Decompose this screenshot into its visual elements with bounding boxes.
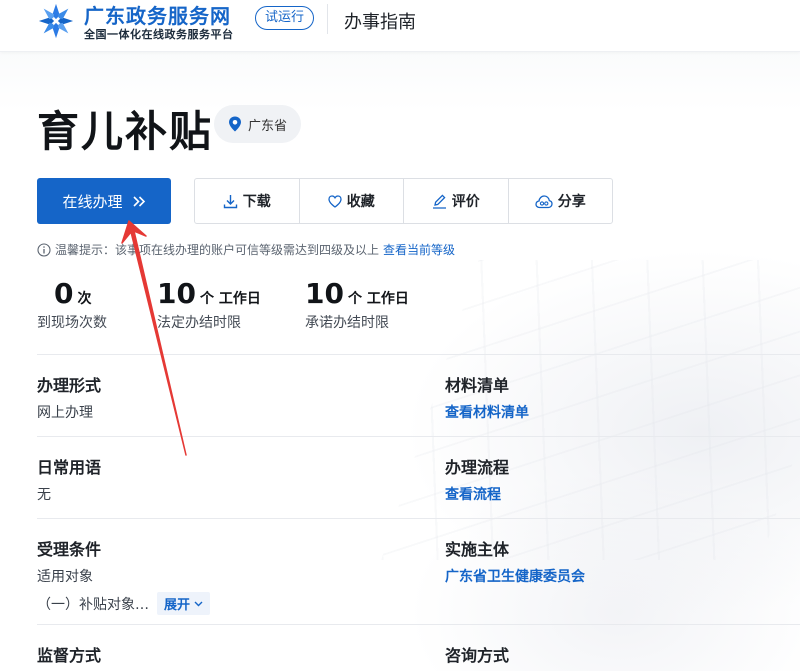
- view-materials-link[interactable]: 查看材料清单: [445, 402, 529, 422]
- supervision-heading: 监督方式: [37, 646, 102, 665]
- consultation-heading: 咨询方式: [445, 646, 510, 665]
- action-toolbar: 下载 收藏 评价 分享: [194, 178, 613, 224]
- site-name[interactable]: 广东政务服务网: [84, 0, 231, 29]
- site-logo-icon[interactable]: [37, 2, 75, 40]
- stat-unit: 个 工作日: [199, 291, 261, 307]
- stat-value: 10: [305, 277, 344, 310]
- handling-form-heading: 办理形式: [37, 376, 102, 395]
- stat-value: 10: [157, 277, 196, 310]
- handling-form-value: 网上办理: [37, 405, 93, 421]
- implementer-block: 实施主体 广东省卫生健康委员会: [445, 536, 585, 586]
- page-title: 育儿补贴: [37, 107, 214, 156]
- online-apply-label: 在线办理: [62, 192, 123, 211]
- common-terms-block: 日常用语 无: [37, 454, 101, 504]
- common-terms-value: 无: [37, 487, 51, 503]
- share-label: 分享: [557, 194, 586, 210]
- section-divider: [37, 354, 800, 355]
- region-chip[interactable]: 广东省: [214, 105, 302, 143]
- section-divider: [37, 436, 800, 437]
- stat-unit: 个 工作日: [347, 291, 409, 307]
- notice-text: 温馨提示：该事项在线办理的账户可信等级需达到四级及以上: [55, 243, 380, 257]
- conditions-value: 适用对象: [37, 569, 93, 585]
- download-icon: [223, 194, 237, 208]
- supervision-block: 监督方式: [37, 642, 101, 666]
- conditions-heading: 受理条件: [37, 540, 102, 559]
- notice-bar: 温馨提示：该事项在线办理的账户可信等级需达到四级及以上 查看当前等级: [37, 241, 455, 258]
- implementer-link[interactable]: 广东省卫生健康委员会: [445, 566, 585, 586]
- site-header: 广东政务服务网 全国一体化在线政务服务平台 试运行 办事指南: [0, 0, 800, 52]
- region-label: 广东省: [248, 118, 288, 134]
- implementer-heading: 实施主体: [445, 540, 510, 559]
- double-chevron-right-icon: [132, 195, 145, 207]
- conditions-block: 受理条件 适用对象 （一）补贴对象… 展开: [37, 536, 211, 615]
- conditions-sub-value: （一）补贴对象…: [37, 596, 149, 613]
- review-label: 评价: [451, 194, 480, 210]
- site-subtitle: 全国一体化在线政务服务平台: [84, 28, 234, 41]
- expand-label: 展开: [164, 598, 191, 613]
- favorite-button[interactable]: 收藏: [300, 179, 404, 223]
- header-nav-guide[interactable]: 办事指南: [344, 8, 416, 34]
- info-icon: [37, 242, 51, 257]
- section-divider: [37, 518, 800, 519]
- online-apply-button[interactable]: 在线办理: [37, 178, 171, 224]
- location-pin-icon: [229, 116, 241, 132]
- section-divider: [37, 624, 800, 625]
- expand-button[interactable]: 展开: [157, 592, 211, 615]
- stat-unit: 次: [77, 291, 92, 307]
- stat-onsite-visits: 0次 到现场次数: [37, 277, 107, 332]
- consultation-block: 咨询方式: [445, 642, 509, 666]
- materials-block: 材料清单 查看材料清单: [445, 372, 529, 422]
- conditions-expand-row: （一）补贴对象… 展开: [37, 592, 211, 615]
- edit-pencil-icon: [432, 193, 446, 209]
- stat-legal-time-limit: 10 个 工作日 法定办结时限: [157, 277, 261, 332]
- process-heading: 办理流程: [445, 458, 510, 477]
- handling-form-block: 办理形式 网上办理: [37, 372, 101, 422]
- stat-value: 0: [54, 277, 74, 310]
- view-process-link[interactable]: 查看流程: [445, 484, 509, 504]
- stat-promised-time-limit: 10 个 工作日 承诺办结时限: [305, 277, 409, 332]
- process-block: 办理流程 查看流程: [445, 454, 509, 504]
- heart-icon: [328, 194, 342, 208]
- check-level-link[interactable]: 查看当前等级: [383, 241, 455, 258]
- stat-label: 承诺办结时限: [305, 315, 389, 331]
- common-terms-heading: 日常用语: [37, 458, 102, 477]
- materials-heading: 材料清单: [445, 376, 510, 395]
- download-button[interactable]: 下载: [195, 179, 300, 223]
- stat-label: 法定办结时限: [157, 315, 241, 331]
- favorite-label: 收藏: [346, 194, 375, 210]
- share-cloud-icon: [535, 194, 553, 208]
- review-button[interactable]: 评价: [404, 179, 509, 223]
- stat-label: 到现场次数: [37, 315, 107, 331]
- header-divider: [327, 4, 328, 34]
- chevron-down-icon: [194, 601, 203, 606]
- trial-badge: 试运行: [255, 6, 315, 30]
- download-label: 下载: [242, 194, 271, 210]
- share-button[interactable]: 分享: [509, 179, 613, 223]
